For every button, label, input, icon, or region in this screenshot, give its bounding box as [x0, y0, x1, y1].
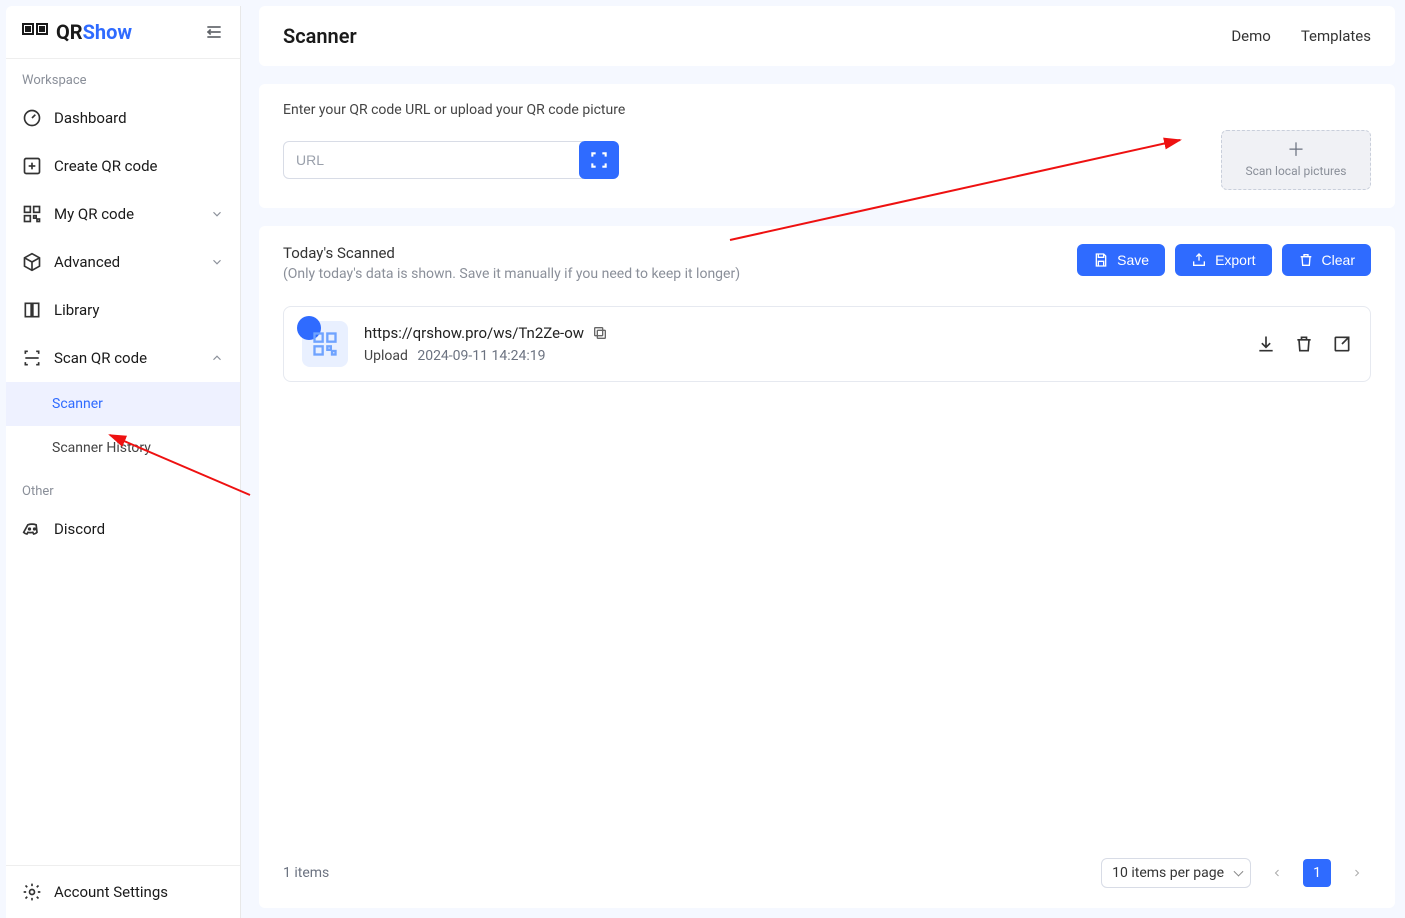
item-url: https://qrshow.pro/ws/Tn2Ze-ow — [364, 324, 584, 342]
nav-label: Library — [54, 301, 99, 319]
page-number[interactable]: 1 — [1303, 859, 1331, 887]
nav-create-qr[interactable]: Create QR code — [6, 142, 240, 190]
nav-label: My QR code — [54, 205, 134, 223]
subnav-scanner[interactable]: Scanner — [6, 382, 240, 426]
item-source: Upload — [364, 348, 408, 364]
logo-icon — [22, 23, 50, 41]
nav-label: Create QR code — [54, 157, 158, 175]
per-page-select[interactable]: 10 items per page — [1101, 858, 1251, 888]
url-input[interactable] — [283, 141, 583, 179]
plus-icon: ＋ — [1287, 142, 1305, 160]
gauge-icon — [22, 108, 42, 128]
open-external-icon[interactable] — [1332, 334, 1352, 354]
plus-square-icon — [22, 156, 42, 176]
logo-prefix: QR — [56, 20, 83, 44]
next-page-button[interactable] — [1343, 859, 1371, 887]
item-time: 2024-09-11 14:24:19 — [417, 348, 545, 364]
upload-local-button[interactable]: ＋ Scan local pictures — [1221, 130, 1371, 190]
link-templates[interactable]: Templates — [1301, 27, 1371, 45]
nav-account-settings[interactable]: Account Settings — [6, 865, 240, 918]
logo-suffix: Show — [83, 20, 133, 44]
prev-page-button[interactable] — [1263, 859, 1291, 887]
download-icon[interactable] — [1256, 334, 1276, 354]
save-button[interactable]: Save — [1077, 244, 1165, 276]
chevron-down-icon — [210, 255, 224, 269]
discord-icon — [22, 519, 42, 539]
scan-url-button[interactable] — [579, 141, 619, 179]
button-label: Clear — [1322, 252, 1355, 268]
nav-my-qr[interactable]: My QR code — [6, 190, 240, 238]
nav-discord[interactable]: Discord — [6, 505, 240, 553]
qr-icon — [22, 204, 42, 224]
page-title: Scanner — [283, 24, 357, 48]
book-icon — [22, 300, 42, 320]
chevron-down-icon — [210, 207, 224, 221]
item-count: 1 items — [283, 865, 329, 881]
section-other: Other — [6, 470, 240, 505]
export-icon — [1191, 252, 1207, 268]
main: Scanner Demo Templates Enter your QR cod… — [241, 0, 1405, 918]
sidebar: QRShow Workspace Dashboard Create QR cod… — [6, 6, 241, 918]
link-demo[interactable]: Demo — [1231, 27, 1271, 45]
qr-icon — [311, 330, 339, 358]
nav-advanced[interactable]: Advanced — [6, 238, 240, 286]
cube-icon — [22, 252, 42, 272]
input-panel: Enter your QR code URL or upload your QR… — [259, 84, 1395, 208]
topbar: Scanner Demo Templates — [259, 6, 1395, 66]
list-subtitle: (Only today's data is shown. Save it man… — [283, 266, 740, 282]
save-icon — [1093, 252, 1109, 268]
delete-icon[interactable] — [1294, 334, 1314, 354]
nav-label: Scan QR code — [54, 349, 147, 367]
scan-frame-icon — [589, 150, 609, 170]
subnav-label: Scanner — [52, 396, 103, 412]
upload-label: Scan local pictures — [1246, 164, 1347, 178]
scanned-panel: Today's Scanned (Only today's data is sh… — [259, 226, 1395, 908]
nav-scan-qr[interactable]: Scan QR code — [6, 334, 240, 382]
section-workspace: Workspace — [6, 59, 240, 94]
copy-icon[interactable] — [592, 325, 608, 341]
clear-button[interactable]: Clear — [1282, 244, 1371, 276]
chevron-up-icon — [210, 351, 224, 365]
input-hint: Enter your QR code URL or upload your QR… — [283, 102, 1371, 118]
button-label: Save — [1117, 252, 1149, 268]
scan-icon — [22, 348, 42, 368]
export-button[interactable]: Export — [1175, 244, 1271, 276]
nav-label: Advanced — [54, 253, 120, 271]
subnav-label: Scanner History — [52, 440, 151, 456]
scanned-item: https://qrshow.pro/ws/Tn2Ze-ow Upload 20… — [283, 306, 1371, 382]
nav-label: Dashboard — [54, 109, 127, 127]
per-page-label: 10 items per page — [1112, 865, 1224, 881]
nav-dashboard[interactable]: Dashboard — [6, 94, 240, 142]
nav-label: Account Settings — [54, 883, 168, 901]
trash-icon — [1298, 252, 1314, 268]
list-title: Today's Scanned — [283, 244, 740, 262]
gear-icon — [22, 882, 42, 902]
logo[interactable]: QRShow — [22, 20, 132, 44]
nav-library[interactable]: Library — [6, 286, 240, 334]
nav-label: Discord — [54, 520, 105, 538]
qr-thumbnail — [302, 321, 348, 367]
button-label: Export — [1215, 252, 1255, 268]
collapse-sidebar-button[interactable] — [204, 22, 224, 42]
subnav-scanner-history[interactable]: Scanner History — [6, 426, 240, 470]
